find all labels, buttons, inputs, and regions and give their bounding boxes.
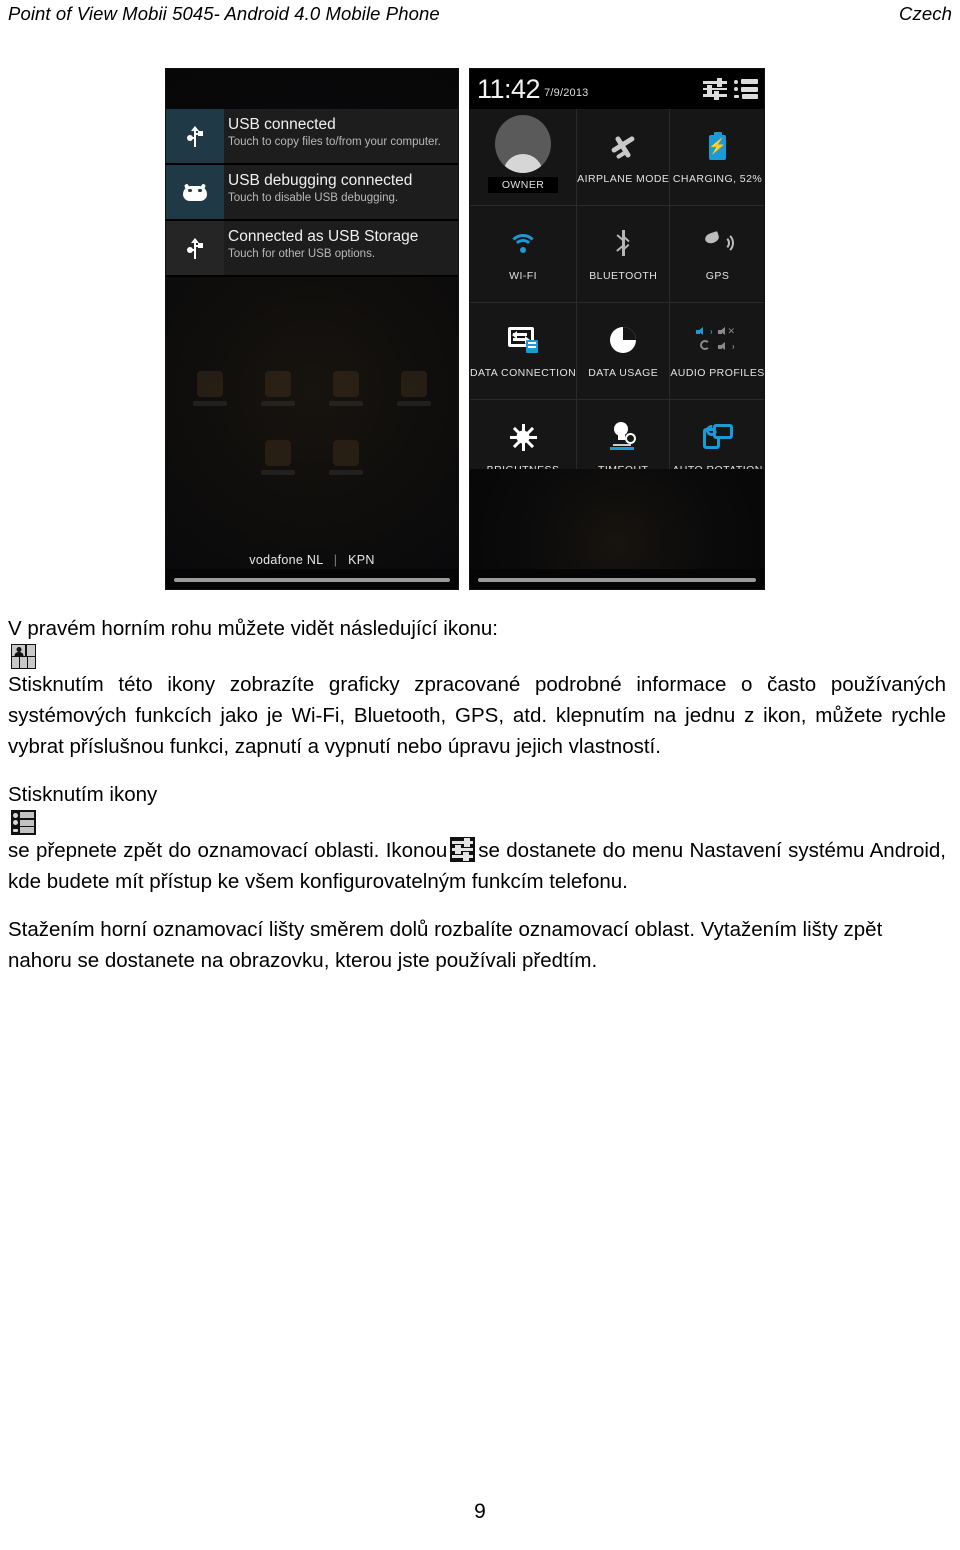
notification-title: Connected as USB Storage [228, 228, 419, 245]
android-debug-icon [166, 165, 224, 219]
header-document-title: Point of View Mobii 5045- Android 4.0 Mo… [8, 3, 440, 24]
notification-row[interactable]: USB connected Touch to copy files to/fro… [166, 109, 458, 165]
tile-label: WI-FI [509, 270, 538, 282]
app-icon-grid-dimmed [166, 370, 458, 475]
notification-subtitle: Touch to disable USB debugging. [228, 192, 399, 204]
quick-settings-drag-handle[interactable] [478, 578, 756, 582]
header-language: Czech [899, 3, 952, 24]
carrier-secondary: KPN [348, 553, 375, 567]
settings-sliders-icon [450, 837, 476, 862]
notification-row[interactable]: USB debugging connected Touch to disable… [166, 165, 458, 221]
right-status-date: 7/9/2013 [544, 87, 589, 99]
tile-charging[interactable]: ⚡ CHARGING, 52% [670, 109, 764, 205]
carrier-primary: vodafone NL [249, 553, 323, 567]
right-status-bar: 11:42 7/9/2013 [470, 69, 764, 109]
tile-label: BLUETOOTH [589, 270, 658, 282]
auto-rotation-icon [702, 420, 733, 454]
phone-screenshot-notifications: 11:41 7/9/2013 USB connected Touch to co… [165, 68, 459, 590]
page-header: Point of View Mobii 5045- Android 4.0 Mo… [0, 0, 960, 30]
carrier-separator: | [333, 553, 338, 567]
settings-sliders-icon[interactable] [703, 78, 727, 100]
audio-profiles-icon: ✕ [690, 323, 746, 357]
notification-drag-handle[interactable] [174, 578, 450, 582]
battery-charging-icon: ⚡ [708, 129, 727, 163]
paragraph-1-part-b: Stisknutím této ikony zobrazíte graficky… [8, 673, 946, 758]
avatar [495, 115, 552, 173]
quick-settings-grid: OWNER AIRPLANE MODE ⚡ CHARGING, 52% WI-F… [470, 109, 764, 496]
tile-airplane-mode[interactable]: AIRPLANE MODE [577, 109, 670, 205]
carrier-labels: vodafone NL | KPN [166, 553, 458, 567]
tile-label: DATA USAGE [588, 367, 659, 379]
user-grid-icon [11, 644, 36, 669]
notification-title: USB connected [228, 116, 336, 133]
notification-subtitle: Touch to copy files to/from your compute… [228, 136, 441, 148]
tile-gps[interactable]: GPS [670, 206, 764, 302]
tile-owner[interactable]: OWNER [470, 109, 577, 205]
data-connection-icon [508, 323, 539, 357]
paragraph-3: Stažením horní oznamovací lišty směrem d… [8, 918, 883, 972]
tile-label: DATA CONNECTION [470, 367, 577, 379]
tile-label: CHARGING, 52% [672, 173, 763, 185]
airplane-icon [609, 129, 637, 163]
tile-wifi[interactable]: WI-FI [470, 206, 577, 302]
tile-data-usage[interactable]: DATA USAGE [577, 303, 670, 399]
tile-label: AUDIO PROFILES [670, 367, 765, 379]
notification-title: USB debugging connected [228, 172, 413, 189]
tile-label: GPS [705, 270, 730, 282]
page-number: 9 [474, 1500, 486, 1523]
pie-chart-icon [610, 323, 637, 357]
paragraph-1: V pravém horním rohu můžete vidět násled… [8, 613, 946, 762]
tile-bluetooth[interactable]: BLUETOOTH [577, 206, 670, 302]
body-text: V pravém horním rohu můžete vidět násled… [8, 613, 946, 993]
brightness-sun-icon [509, 420, 537, 454]
phone-screenshot-quick-settings: 11:42 7/9/2013 OWNER AIRPLANE MODE ⚡ CHA… [469, 68, 765, 590]
paragraph-2: Stisknutím ikony se přepnete zpět do ozna… [8, 779, 946, 897]
gps-satellite-icon [703, 226, 734, 260]
paragraph-1-part-a: V pravém horním rohu můžete vidět násled… [8, 617, 498, 640]
tile-label: AIRPLANE MODE [577, 173, 670, 185]
notification-list: USB connected Touch to copy files to/fro… [166, 109, 458, 277]
tile-data-connection[interactable]: DATA CONNECTION [470, 303, 577, 399]
right-status-icons [703, 78, 758, 100]
paragraph-2-part-b: se přepnete zpět do oznamovací oblasti. … [8, 839, 448, 862]
screen-timeout-icon [608, 420, 638, 454]
notification-list-icon [11, 810, 36, 835]
notification-row[interactable]: Connected as USB Storage Touch for other… [166, 221, 458, 277]
tile-label: OWNER [487, 177, 559, 193]
wifi-icon [508, 226, 539, 260]
tile-audio-profiles[interactable]: ✕ AUDIO PROFILES [670, 303, 764, 399]
usb-icon [166, 109, 224, 163]
paragraph-2-part-a: Stisknutím ikony [8, 783, 158, 806]
usb-icon [166, 221, 224, 275]
bluetooth-icon [614, 226, 632, 260]
notification-subtitle: Touch for other USB options. [228, 248, 376, 260]
figure-screenshots: 11:41 7/9/2013 USB connected Touch to co… [165, 68, 765, 590]
notification-list-icon[interactable] [734, 79, 758, 99]
right-status-clock: 11:42 [477, 73, 541, 104]
